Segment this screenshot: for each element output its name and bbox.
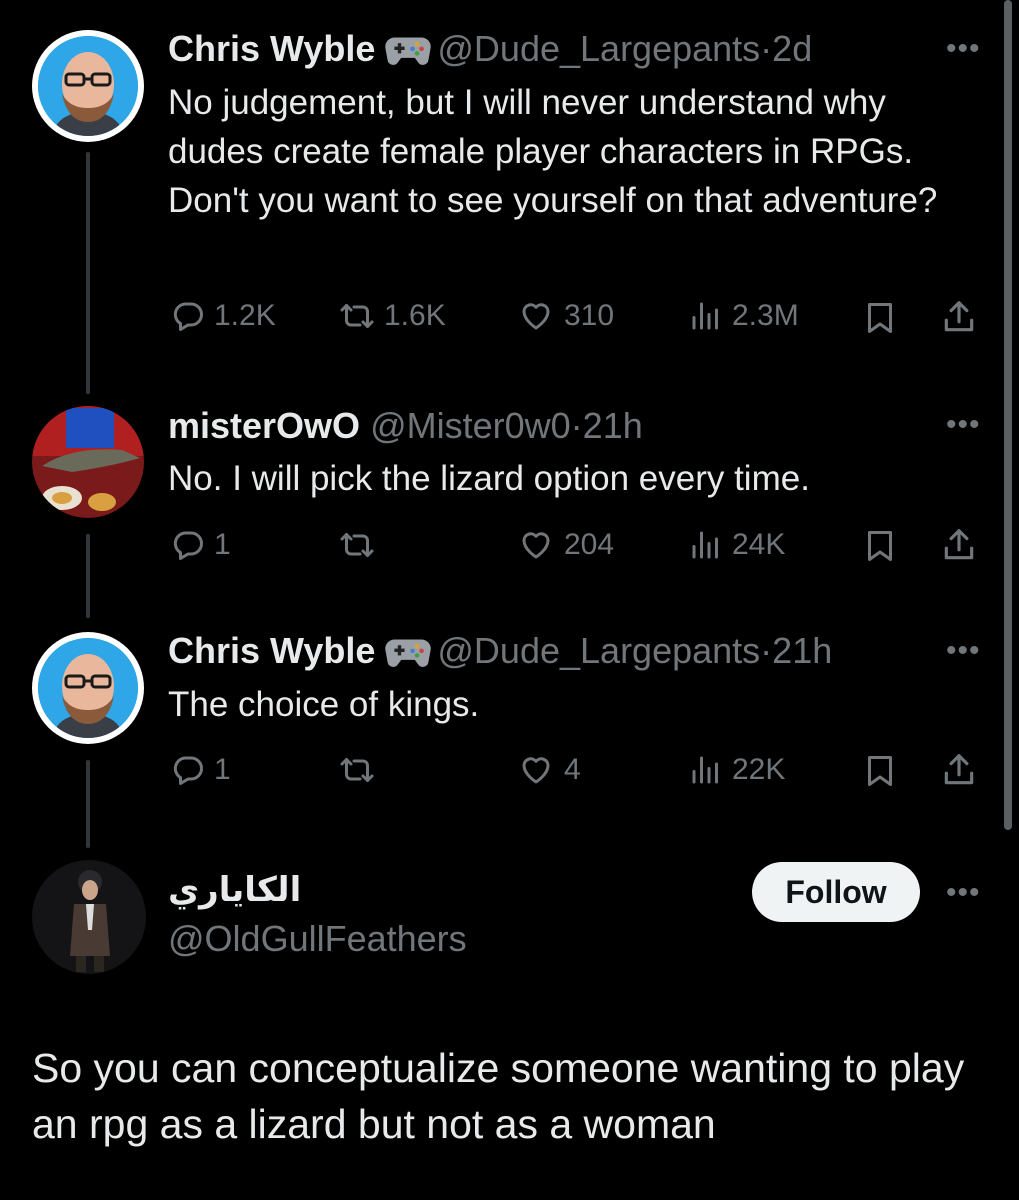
separator-dot: · xyxy=(760,630,773,671)
character-avatar-image xyxy=(32,860,146,974)
lizard-avatar-image xyxy=(32,406,144,518)
tweet-text: The choice of kings. xyxy=(168,685,480,724)
more-options-button[interactable]: ••• xyxy=(946,636,981,666)
views-icon xyxy=(688,527,724,563)
avatar[interactable] xyxy=(32,406,144,518)
like-count: 310 xyxy=(564,299,615,332)
follow-button[interactable]: Follow xyxy=(752,862,920,922)
views-count: 22K xyxy=(732,753,786,786)
author-handle[interactable]: @Dude_Largepants xyxy=(437,28,760,69)
like-button[interactable]: 310 xyxy=(516,298,614,334)
share-icon[interactable] xyxy=(940,526,978,564)
repost-button[interactable]: 1.6K xyxy=(338,298,446,334)
gamepad-icon xyxy=(385,33,431,77)
main-author-name[interactable]: الكاياري xyxy=(168,868,301,912)
gamepad-icon xyxy=(385,635,431,679)
reply-icon xyxy=(170,298,206,334)
scrollbar[interactable] xyxy=(1004,0,1012,830)
avatar[interactable] xyxy=(32,632,144,744)
repost-button[interactable] xyxy=(338,752,384,788)
views-count: 24K xyxy=(732,528,786,561)
reply-icon xyxy=(170,752,206,788)
more-options-button[interactable]: ••• xyxy=(946,34,981,64)
reply-count: 1 xyxy=(214,528,231,561)
views-button[interactable]: 22K xyxy=(688,752,785,788)
heart-icon xyxy=(516,752,556,788)
more-options-button[interactable]: ••• xyxy=(946,410,981,440)
tweet-header: Chris Wyble @Dude_Largepants·21h xyxy=(168,629,832,679)
thread-line xyxy=(86,152,90,394)
author-name[interactable]: Chris Wyble xyxy=(168,28,375,69)
views-icon xyxy=(688,298,724,334)
main-post-text: So you can conceptualize someone wanting… xyxy=(32,1045,965,1147)
bookmark-icon[interactable] xyxy=(862,752,898,790)
author-name[interactable]: Chris Wyble xyxy=(168,630,375,671)
avatar[interactable] xyxy=(32,860,146,974)
tweet-text: No judgement, but I will never understan… xyxy=(168,83,938,220)
tweet-text: No. I will pick the lizard option every … xyxy=(168,459,810,498)
repost-button[interactable] xyxy=(338,527,384,563)
reply-count: 1.2K xyxy=(214,299,276,332)
reply-icon xyxy=(170,527,206,563)
repost-count: 1.6K xyxy=(384,299,446,332)
author-handle[interactable]: @Dude_Largepants xyxy=(437,630,760,671)
like-count: 204 xyxy=(564,528,615,561)
reply-button[interactable]: 1 xyxy=(170,752,231,788)
tweet-header: misterOwO @Mister0w0·21h xyxy=(168,404,643,448)
repost-icon xyxy=(338,298,376,334)
share-icon[interactable] xyxy=(940,751,978,789)
heart-icon xyxy=(516,527,556,563)
repost-icon xyxy=(338,752,376,788)
thread-line xyxy=(86,760,90,848)
like-count: 4 xyxy=(564,753,581,786)
heart-icon xyxy=(516,298,556,334)
views-button[interactable]: 24K xyxy=(688,527,785,563)
tweet-header: Chris Wyble @Dude_Largepants·2d xyxy=(168,27,812,77)
bookmark-icon[interactable] xyxy=(862,299,898,337)
author-name[interactable]: misterOwO xyxy=(168,405,360,446)
reply-count: 1 xyxy=(214,753,231,786)
views-button[interactable]: 2.3M xyxy=(688,298,799,334)
timestamp[interactable]: 2d xyxy=(772,28,812,69)
timestamp[interactable]: 21h xyxy=(772,630,832,671)
like-button[interactable]: 204 xyxy=(516,527,614,563)
views-icon xyxy=(688,752,724,788)
share-icon[interactable] xyxy=(940,298,978,336)
views-count: 2.3M xyxy=(732,299,799,332)
main-author-handle[interactable]: @OldGullFeathers xyxy=(168,917,467,961)
author-handle[interactable]: @Mister0w0 xyxy=(370,405,571,446)
separator-dot: · xyxy=(570,405,583,446)
reply-button[interactable]: 1.2K xyxy=(170,298,276,334)
repost-icon xyxy=(338,527,376,563)
reply-button[interactable]: 1 xyxy=(170,527,231,563)
separator-dot: · xyxy=(760,28,773,69)
more-options-button[interactable]: ••• xyxy=(946,878,981,908)
like-button[interactable]: 4 xyxy=(516,752,581,788)
bookmark-icon[interactable] xyxy=(862,527,898,565)
avatar[interactable] xyxy=(32,30,144,142)
thread-line xyxy=(86,534,90,618)
timestamp[interactable]: 21h xyxy=(583,405,643,446)
